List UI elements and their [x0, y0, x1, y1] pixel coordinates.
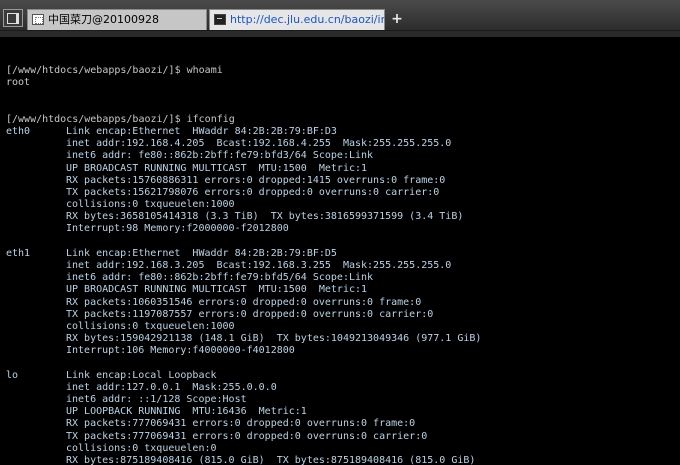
ifconfig-detail: inet6 addr: ::1/128 Scope:Host [66, 394, 247, 406]
tab-label: 中国菜刀@20100928 [48, 13, 159, 26]
ifconfig-line: collisions:0 txqueuelen:1000 [6, 199, 481, 211]
ifconfig-line: RX packets:777069431 errors:0 dropped:0 … [6, 418, 481, 430]
tab-caidao[interactable]: 中国菜刀@20100928 [27, 9, 207, 30]
ifconfig-line: inet addr:192.168.4.205 Bcast:192.168.4.… [6, 138, 481, 150]
ifconfig-detail: inet6 addr: fe80::862b:2bff:fe79:bfd3/64… [66, 150, 374, 162]
output-line: root [6, 77, 31, 89]
ifconfig-detail: Interrupt:106 Memory:f4000000-f4012800 [66, 345, 295, 357]
ifconfig-line: inet addr:127.0.0.1 Mask:255.0.0.0 [6, 382, 481, 394]
ifconfig-line: eth0 Link encap:Ethernet HWaddr 84:2B:2B:… [6, 126, 481, 138]
ifconfig-detail: TX packets:777069431 errors:0 dropped:0 … [66, 430, 428, 442]
ifconfig-detail: TX packets:15621798076 errors:0 dropped:… [66, 186, 440, 198]
ifconfig-detail: Link encap:Ethernet HWaddr 84:2B:2B:79:B… [66, 125, 337, 137]
ifconfig-line: inet6 addr: fe80::862b:2bff:fe79:bfd5/64… [6, 272, 481, 284]
ifconfig-line: collisions:0 txqueuelen:0 [6, 443, 481, 455]
ifconfig-line: Interrupt:98 Memory:f2000000-f2012800 [6, 223, 481, 235]
ifconfig-line: TX packets:777069431 errors:0 dropped:0 … [6, 431, 481, 443]
ifconfig-line: Interrupt:106 Memory:f4000000-f4012800 [6, 345, 481, 357]
tab-bar: 中国菜刀@20100928 http://dec.jlu.edu.cn/baoz… [0, 0, 680, 31]
terminal-output[interactable]: [/www/htdocs/webapps/baozi/]$ whoami root… [0, 37, 680, 465]
ifconfig-detail: TX packets:1197087557 errors:0 dropped:0… [66, 308, 434, 320]
ifconfig-line: RX bytes:875189408416 (815.0 GiB) TX byt… [6, 455, 481, 465]
interface-name: eth1 [6, 247, 31, 259]
ifconfig-detail: RX bytes:3658105414318 (3.3 TiB) TX byte… [66, 211, 464, 223]
interface-name: eth0 [6, 125, 31, 137]
new-tab-button[interactable]: + [390, 9, 404, 29]
ifconfig-line: inet6 addr: fe80::862b:2bff:fe79:bfd3/64… [6, 150, 481, 162]
ifconfig-detail: inet6 addr: fe80::862b:2bff:fe79:bfd5/64… [66, 272, 374, 284]
ifconfig-detail: collisions:0 txqueuelen:1000 [66, 320, 235, 332]
ifconfig-line: RX packets:1060351546 errors:0 dropped:0… [6, 297, 481, 309]
ifconfig-line: inet6 addr: ::1/128 Scope:Host [6, 394, 481, 406]
command-line: [/www/htdocs/webapps/baozi/]$ ifconfig [6, 113, 235, 125]
tab-label: http://dec.jlu.edu.cn/baozi/in... [230, 13, 385, 26]
ifconfig-detail: RX bytes:875189408416 (815.0 GiB) TX byt… [66, 455, 476, 465]
ifconfig-detail: collisions:0 txqueuelen:0 [66, 442, 217, 454]
ifconfig-detail: Interrupt:98 Memory:f2000000-f2012800 [66, 223, 289, 235]
ifconfig-detail: RX packets:1060351546 errors:0 dropped:0… [66, 296, 422, 308]
ifconfig-line: UP BROADCAST RUNNING MULTICAST MTU:1500 … [6, 163, 481, 175]
window-layout-icon[interactable] [3, 9, 23, 27]
ifconfig-detail: inet addr:127.0.0.1 Mask:255.0.0.0 [66, 381, 277, 393]
ifconfig-line: RX bytes:3658105414318 (3.3 TiB) TX byte… [6, 211, 481, 223]
terminal-lines: [/www/htdocs/webapps/baozi/]$ whoami root… [6, 65, 481, 465]
ifconfig-line: RX packets:15760886311 errors:0 dropped:… [6, 175, 481, 187]
terminal-icon [214, 14, 226, 25]
interface-name: lo [6, 369, 19, 381]
ifconfig-detail: RX packets:15760886311 errors:0 dropped:… [66, 174, 446, 186]
ifconfig-detail: RX packets:777069431 errors:0 dropped:0 … [66, 418, 416, 430]
ifconfig-line: collisions:0 txqueuelen:1000 [6, 321, 481, 333]
ifconfig-line: eth1 Link encap:Ethernet HWaddr 84:2B:2B:… [6, 248, 481, 260]
ifconfig-line: UP BROADCAST RUNNING MULTICAST MTU:1500 … [6, 284, 481, 296]
ifconfig-detail: inet addr:192.168.4.205 Bcast:192.168.4.… [66, 138, 452, 150]
ifconfig-line: RX bytes:159042921138 (148.1 GiB) TX byt… [6, 333, 481, 345]
ifconfig-line: TX packets:15621798076 errors:0 dropped:… [6, 187, 481, 199]
ifconfig-detail: inet addr:192.168.3.205 Bcast:192.168.3.… [66, 260, 452, 271]
ifconfig-detail: Link encap:Ethernet HWaddr 84:2B:2B:79:B… [66, 247, 337, 259]
tab-terminal[interactable]: http://dec.jlu.edu.cn/baozi/in... [209, 9, 385, 30]
ifconfig-detail: collisions:0 txqueuelen:1000 [66, 199, 235, 211]
app-window-icon [32, 14, 44, 25]
ifconfig-line: UP LOOPBACK RUNNING MTU:16436 Metric:1 [6, 406, 481, 418]
ifconfig-detail: UP LOOPBACK RUNNING MTU:16436 Metric:1 [66, 406, 307, 418]
ifconfig-line: lo Link encap:Local Loopback [6, 370, 481, 382]
ifconfig-line: TX packets:1197087557 errors:0 dropped:0… [6, 309, 481, 321]
ifconfig-detail: Link encap:Local Loopback [66, 369, 217, 381]
command-line: [/www/htdocs/webapps/baozi/]$ whoami [6, 65, 223, 76]
ifconfig-line: inet addr:192.168.3.205 Bcast:192.168.3.… [6, 260, 481, 272]
ifconfig-detail: RX bytes:159042921138 (148.1 GiB) TX byt… [66, 333, 482, 345]
ifconfig-detail: UP BROADCAST RUNNING MULTICAST MTU:1500 … [66, 284, 368, 296]
ifconfig-detail: UP BROADCAST RUNNING MULTICAST MTU:1500 … [66, 162, 368, 174]
